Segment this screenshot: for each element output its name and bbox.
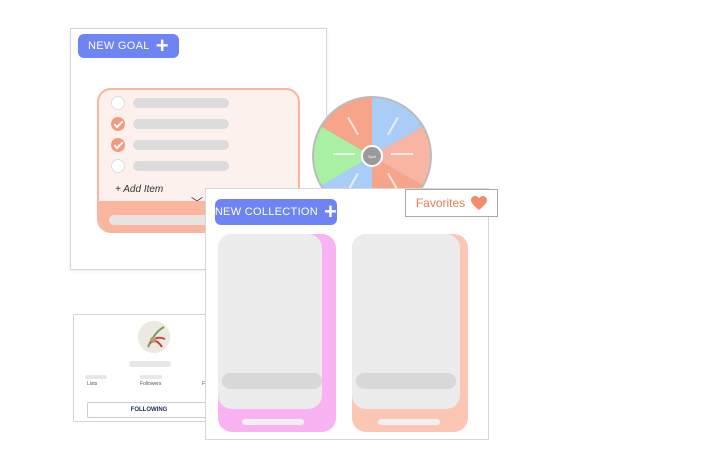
collection-panel — [205, 188, 489, 440]
checkbox[interactable] — [111, 96, 125, 110]
checkbox[interactable] — [111, 159, 125, 173]
new-goal-button[interactable]: NEW GOAL + — [78, 34, 179, 58]
collection-title-placeholder — [222, 373, 322, 389]
item-placeholder — [133, 140, 229, 150]
new-goal-label: NEW GOAL — [88, 40, 150, 52]
new-collection-button[interactable]: NEW COLLECTION + — [215, 199, 337, 225]
profile-card: Lists Followers F FOLLOWING — [73, 314, 223, 422]
item-placeholder — [133, 98, 229, 108]
collection-title-placeholder — [356, 373, 456, 389]
heart-icon — [471, 195, 488, 210]
stat-label-lists[interactable]: Lists — [87, 381, 97, 387]
stat-value-placeholder — [140, 375, 162, 379]
collection-subtitle-placeholder — [378, 419, 440, 425]
item-placeholder — [133, 161, 229, 171]
following-button[interactable]: FOLLOWING — [87, 402, 211, 418]
username-placeholder — [129, 361, 171, 367]
favorites-button[interactable]: Favorites — [405, 189, 498, 217]
favorites-label: Favorites — [415, 196, 466, 210]
check-icon[interactable] — [111, 117, 125, 131]
check-icon[interactable] — [111, 138, 125, 152]
item-placeholder — [133, 119, 229, 129]
stat-value-placeholder — [85, 375, 107, 379]
add-item-link[interactable]: + Add Item — [115, 184, 163, 195]
plus-icon: + — [324, 199, 338, 224]
wheel-center-label: Spin — [368, 154, 376, 159]
avatar — [138, 321, 170, 353]
stat-label-followers[interactable]: Followers — [140, 381, 161, 387]
plus-icon: + — [155, 33, 169, 58]
new-collection-label: NEW COLLECTION — [214, 206, 319, 218]
collection-subtitle-placeholder — [242, 419, 304, 425]
